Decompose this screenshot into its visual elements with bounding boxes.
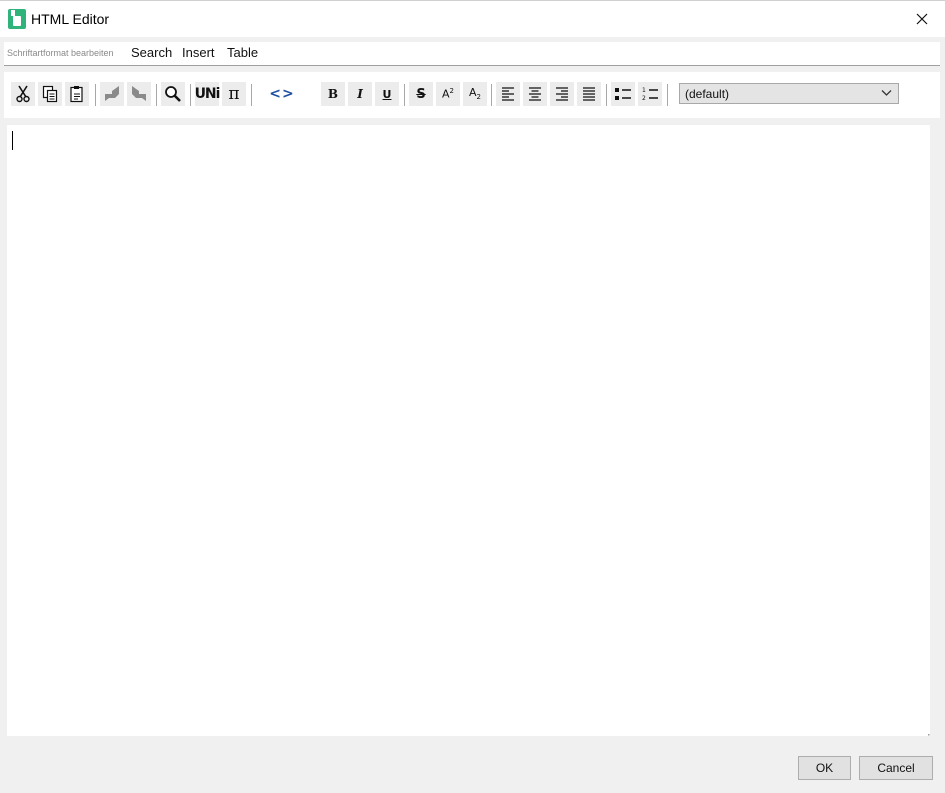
paragraph-style-select[interactable]: (default): [679, 83, 899, 104]
align-justify-button[interactable]: [577, 82, 601, 106]
superscript-button[interactable]: A2: [436, 82, 460, 106]
strikethrough-button[interactable]: S: [409, 82, 433, 106]
subscript-icon: A2: [469, 86, 481, 101]
menu-hint-text: Schriftartformat bearbeiten: [7, 48, 114, 58]
app-icon: [8, 9, 26, 29]
align-center-icon: [529, 87, 541, 101]
bullet-list-icon: [615, 88, 631, 100]
editor-text-area[interactable]: [7, 125, 930, 736]
undo-icon: [105, 86, 119, 101]
resize-grip-icon: [928, 734, 930, 736]
svg-text:2: 2: [642, 95, 646, 102]
redo-button[interactable]: [127, 82, 151, 106]
cancel-button[interactable]: Cancel: [859, 756, 933, 780]
find-button[interactable]: [161, 82, 185, 106]
menu-insert[interactable]: Insert: [182, 45, 215, 60]
subscript-idx: 2: [476, 93, 481, 102]
unicode-icon: UNi: [194, 86, 221, 102]
title-bar: HTML Editor: [0, 0, 945, 37]
italic-button[interactable]: I: [348, 82, 372, 106]
superscript-icon: A2: [442, 87, 454, 101]
chevron-down-icon: [881, 90, 892, 96]
source-code-button[interactable]: <>: [269, 82, 295, 106]
menu-table[interactable]: Table: [227, 45, 258, 60]
find-icon: [165, 86, 181, 102]
align-right-button[interactable]: [550, 82, 574, 106]
bullet-list-button[interactable]: [611, 82, 635, 106]
subscript-base: A: [469, 86, 477, 100]
underline-button[interactable]: U: [375, 82, 399, 106]
bold-icon: B: [327, 87, 339, 101]
menu-bar: Schriftartformat bearbeiten Search Inser…: [0, 37, 945, 67]
svg-text:1: 1: [642, 87, 646, 94]
cut-icon: [16, 85, 30, 103]
align-right-icon: [556, 87, 568, 101]
numbered-list-icon: 1 2: [642, 87, 658, 102]
align-justify-icon: [583, 87, 595, 101]
underline-icon: U: [382, 87, 392, 101]
superscript-exp: 2: [449, 87, 454, 96]
close-icon: [916, 13, 928, 25]
subscript-button[interactable]: A2: [463, 82, 487, 106]
paste-icon: [70, 86, 83, 103]
window-title: HTML Editor: [31, 11, 110, 27]
redo-icon: [132, 86, 146, 101]
superscript-base: A: [442, 87, 450, 101]
cut-button[interactable]: [11, 82, 35, 106]
undo-button[interactable]: [100, 82, 124, 106]
align-left-icon: [502, 87, 514, 101]
toolbar: UNi π <> B I U S A2 A2 1 2 (default): [4, 72, 940, 118]
numbered-list-button[interactable]: 1 2: [638, 82, 662, 106]
source-code-icon: <>: [269, 86, 295, 102]
bold-button[interactable]: B: [321, 82, 345, 106]
text-caret: [12, 131, 13, 150]
ok-button[interactable]: OK: [798, 756, 851, 780]
menu-search[interactable]: Search: [131, 45, 172, 60]
unicode-button[interactable]: UNi: [194, 82, 221, 106]
special-char-button[interactable]: π: [222, 82, 246, 106]
copy-icon: [42, 85, 58, 103]
italic-icon: I: [357, 87, 363, 101]
paragraph-style-value: (default): [685, 87, 730, 101]
copy-button[interactable]: [38, 82, 62, 106]
paste-button[interactable]: [65, 82, 89, 106]
pi-icon: π: [228, 84, 240, 104]
strikethrough-icon: S: [416, 86, 426, 102]
close-button[interactable]: [899, 1, 945, 37]
align-left-button[interactable]: [496, 82, 520, 106]
align-center-button[interactable]: [523, 82, 547, 106]
